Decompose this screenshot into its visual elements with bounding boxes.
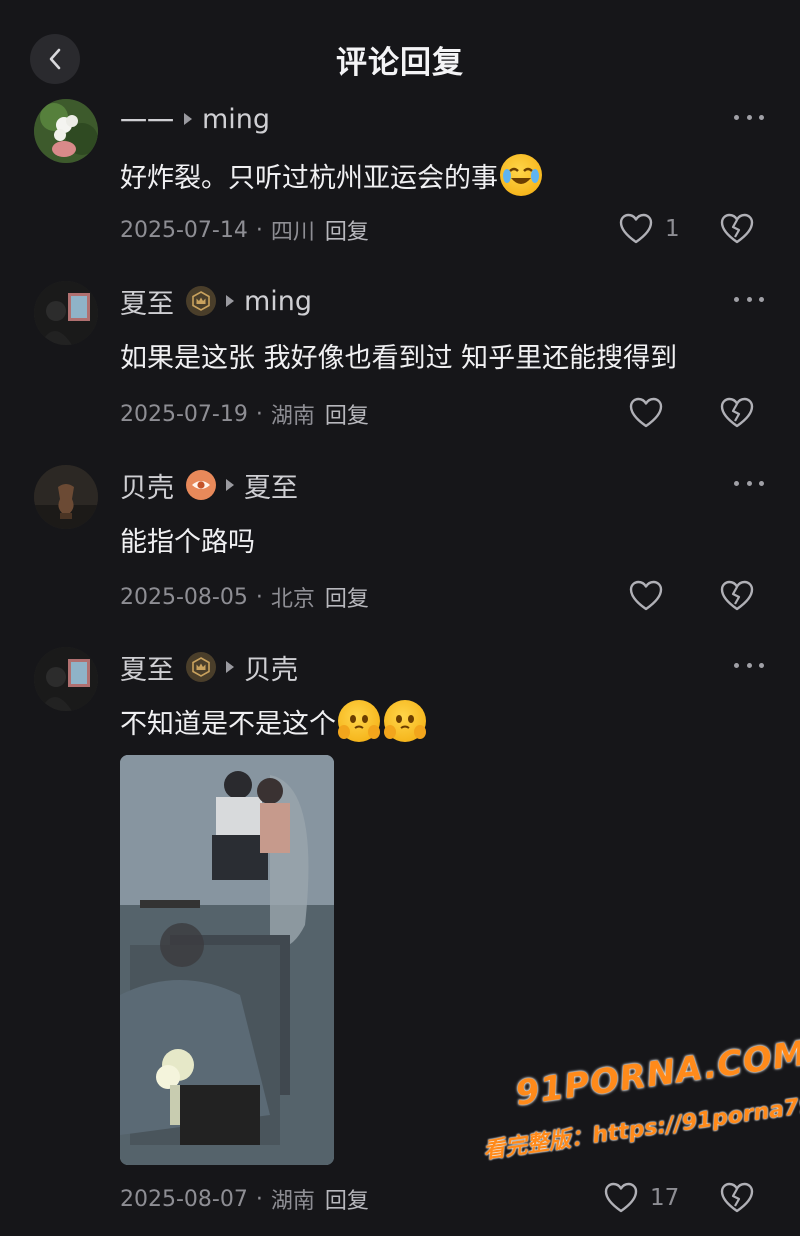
dislike-button[interactable] (720, 580, 754, 616)
broken-heart-icon (720, 213, 754, 244)
reply-button[interactable]: 回复 (325, 214, 369, 246)
comment-location: 北京 (270, 587, 315, 612)
reply-to-username[interactable]: ming (202, 104, 270, 135)
like-count: 1 (665, 216, 680, 242)
comment-author-line: 夏至 ming (120, 281, 312, 321)
more-options-button[interactable] (734, 473, 764, 493)
reply-to-username[interactable]: 贝壳 (244, 648, 298, 687)
comment-date: 2025-08-07 (120, 1186, 248, 1212)
avatar[interactable] (34, 99, 98, 163)
avatar[interactable] (34, 465, 98, 529)
heart-icon (619, 213, 653, 244)
reply-arrow-icon (226, 295, 234, 307)
crown-badge-icon (186, 286, 216, 316)
dislike-button[interactable] (720, 397, 754, 433)
comment-location: 四川 (270, 220, 315, 245)
reply-arrow-icon (226, 661, 234, 673)
comment-item: 贝壳 夏至 能指个路吗 2025-08-05 · 北京 回复 (0, 465, 800, 625)
username[interactable]: 一一 (120, 100, 174, 139)
page-title: 评论回复 (336, 45, 464, 81)
broken-heart-icon (720, 1182, 754, 1213)
reply-to-username[interactable]: ming (244, 286, 312, 317)
username[interactable]: 贝壳 (120, 466, 174, 505)
comment-meta: 2025-07-14 · 四川 回复 (120, 214, 369, 246)
crown-badge-icon (186, 652, 216, 682)
reply-arrow-icon (184, 113, 192, 125)
reply-to-username[interactable]: 夏至 (244, 466, 298, 505)
face-holding-back-tears-emoji (384, 700, 426, 742)
dislike-button[interactable] (720, 213, 754, 249)
comment-text: 不知道是不是这个 (120, 697, 426, 745)
comment-meta: 2025-08-05 · 北京 回复 (120, 581, 369, 613)
face-holding-back-tears-emoji (338, 700, 380, 742)
like-button[interactable]: 1 (619, 213, 680, 245)
attached-photo[interactable] (120, 755, 334, 1165)
comment-location: 湖南 (270, 1189, 315, 1214)
more-options-button[interactable] (734, 289, 764, 309)
comment-item: 夏至 ming 如果是这张 我好像也看到过 知乎里还能搜得到 2025-07-1… (0, 281, 800, 441)
comment-text: 如果是这张 我好像也看到过 知乎里还能搜得到 (120, 342, 678, 374)
like-button[interactable] (629, 397, 675, 429)
username[interactable]: 夏至 (120, 648, 174, 687)
heart-icon (629, 397, 663, 428)
comment-author-line: 贝壳 夏至 (120, 465, 298, 505)
comment-location: 湖南 (270, 404, 315, 429)
comment-date: 2025-07-14 (120, 217, 248, 243)
username[interactable]: 夏至 (120, 282, 174, 321)
avatar[interactable] (34, 281, 98, 345)
heart-icon (629, 580, 663, 611)
more-options-button[interactable] (734, 107, 764, 127)
laughing-crying-emoji (500, 154, 542, 196)
comment-meta: 2025-07-19 · 湖南 回复 (120, 398, 369, 430)
comment-text: 能指个路吗 (120, 526, 255, 558)
comment-author-line: 一一 ming (120, 99, 270, 139)
like-button[interactable] (629, 580, 675, 612)
comment-reply-page: 评论回复 一一 ming 好炸裂。只听过杭州亚运会的事 2025-07-14 ·… (0, 0, 800, 1236)
reply-button[interactable]: 回复 (325, 581, 369, 613)
comment-meta: 2025-08-07 · 湖南 回复 (120, 1183, 369, 1215)
broken-heart-icon (720, 397, 754, 428)
reply-button[interactable]: 回复 (325, 1183, 369, 1215)
comment-date: 2025-08-05 (120, 584, 248, 610)
eye-badge-icon (186, 470, 216, 500)
broken-heart-icon (720, 580, 754, 611)
comment-item: 一一 ming 好炸裂。只听过杭州亚运会的事 2025-07-14 · 四川 回… (0, 99, 800, 259)
reply-arrow-icon (226, 479, 234, 491)
dislike-button[interactable] (720, 1182, 754, 1218)
comment-text: 好炸裂。只听过杭州亚运会的事 (120, 151, 542, 199)
more-options-button[interactable] (734, 655, 764, 675)
comment-author-line: 夏至 贝壳 (120, 647, 298, 687)
reply-button[interactable]: 回复 (325, 398, 369, 430)
avatar[interactable] (34, 647, 98, 711)
comment-date: 2025-07-19 (120, 401, 248, 427)
